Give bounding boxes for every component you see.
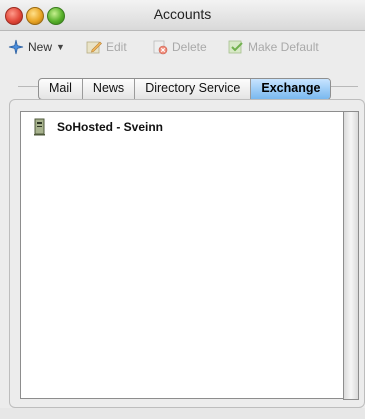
new-button-label: New (28, 40, 53, 54)
window-title: Accounts (153, 6, 212, 22)
edit-button[interactable]: Edit (86, 38, 127, 56)
toolbar: New ▼ Edit Delete Make Default (0, 31, 365, 63)
chevron-down-icon[interactable]: ▼ (56, 42, 65, 52)
account-name: SoHosted - Sveinn (57, 120, 164, 134)
title-bar[interactable]: Accounts (0, 0, 365, 31)
tab-news[interactable]: News (83, 79, 136, 99)
tab-directory-service[interactable]: Directory Service (135, 79, 252, 99)
delete-button[interactable]: Delete (152, 38, 207, 56)
edit-icon (86, 41, 102, 54)
accounts-window: Accounts New ▼ Edit Delete Make Default … (0, 0, 365, 419)
server-icon (34, 118, 45, 136)
make-default-button-label: Make Default (248, 40, 319, 54)
edit-button-label: Edit (106, 40, 127, 54)
tab-mail[interactable]: Mail (39, 79, 83, 99)
list-item[interactable]: SoHosted - Sveinn (33, 118, 163, 136)
vertical-scrollbar[interactable] (343, 111, 359, 400)
delete-icon (153, 40, 168, 55)
make-default-button[interactable]: Make Default (228, 38, 319, 56)
make-default-icon (228, 40, 243, 54)
account-type-tabs: Mail News Directory Service Exchange (38, 78, 332, 100)
accounts-list[interactable]: SoHosted - Sveinn (20, 111, 346, 399)
window-bottom-edge (0, 408, 365, 419)
delete-button-label: Delete (172, 40, 207, 54)
new-button[interactable]: New ▼ (8, 38, 65, 56)
new-account-icon (8, 39, 24, 55)
tab-exchange[interactable]: Exchange (251, 79, 331, 99)
